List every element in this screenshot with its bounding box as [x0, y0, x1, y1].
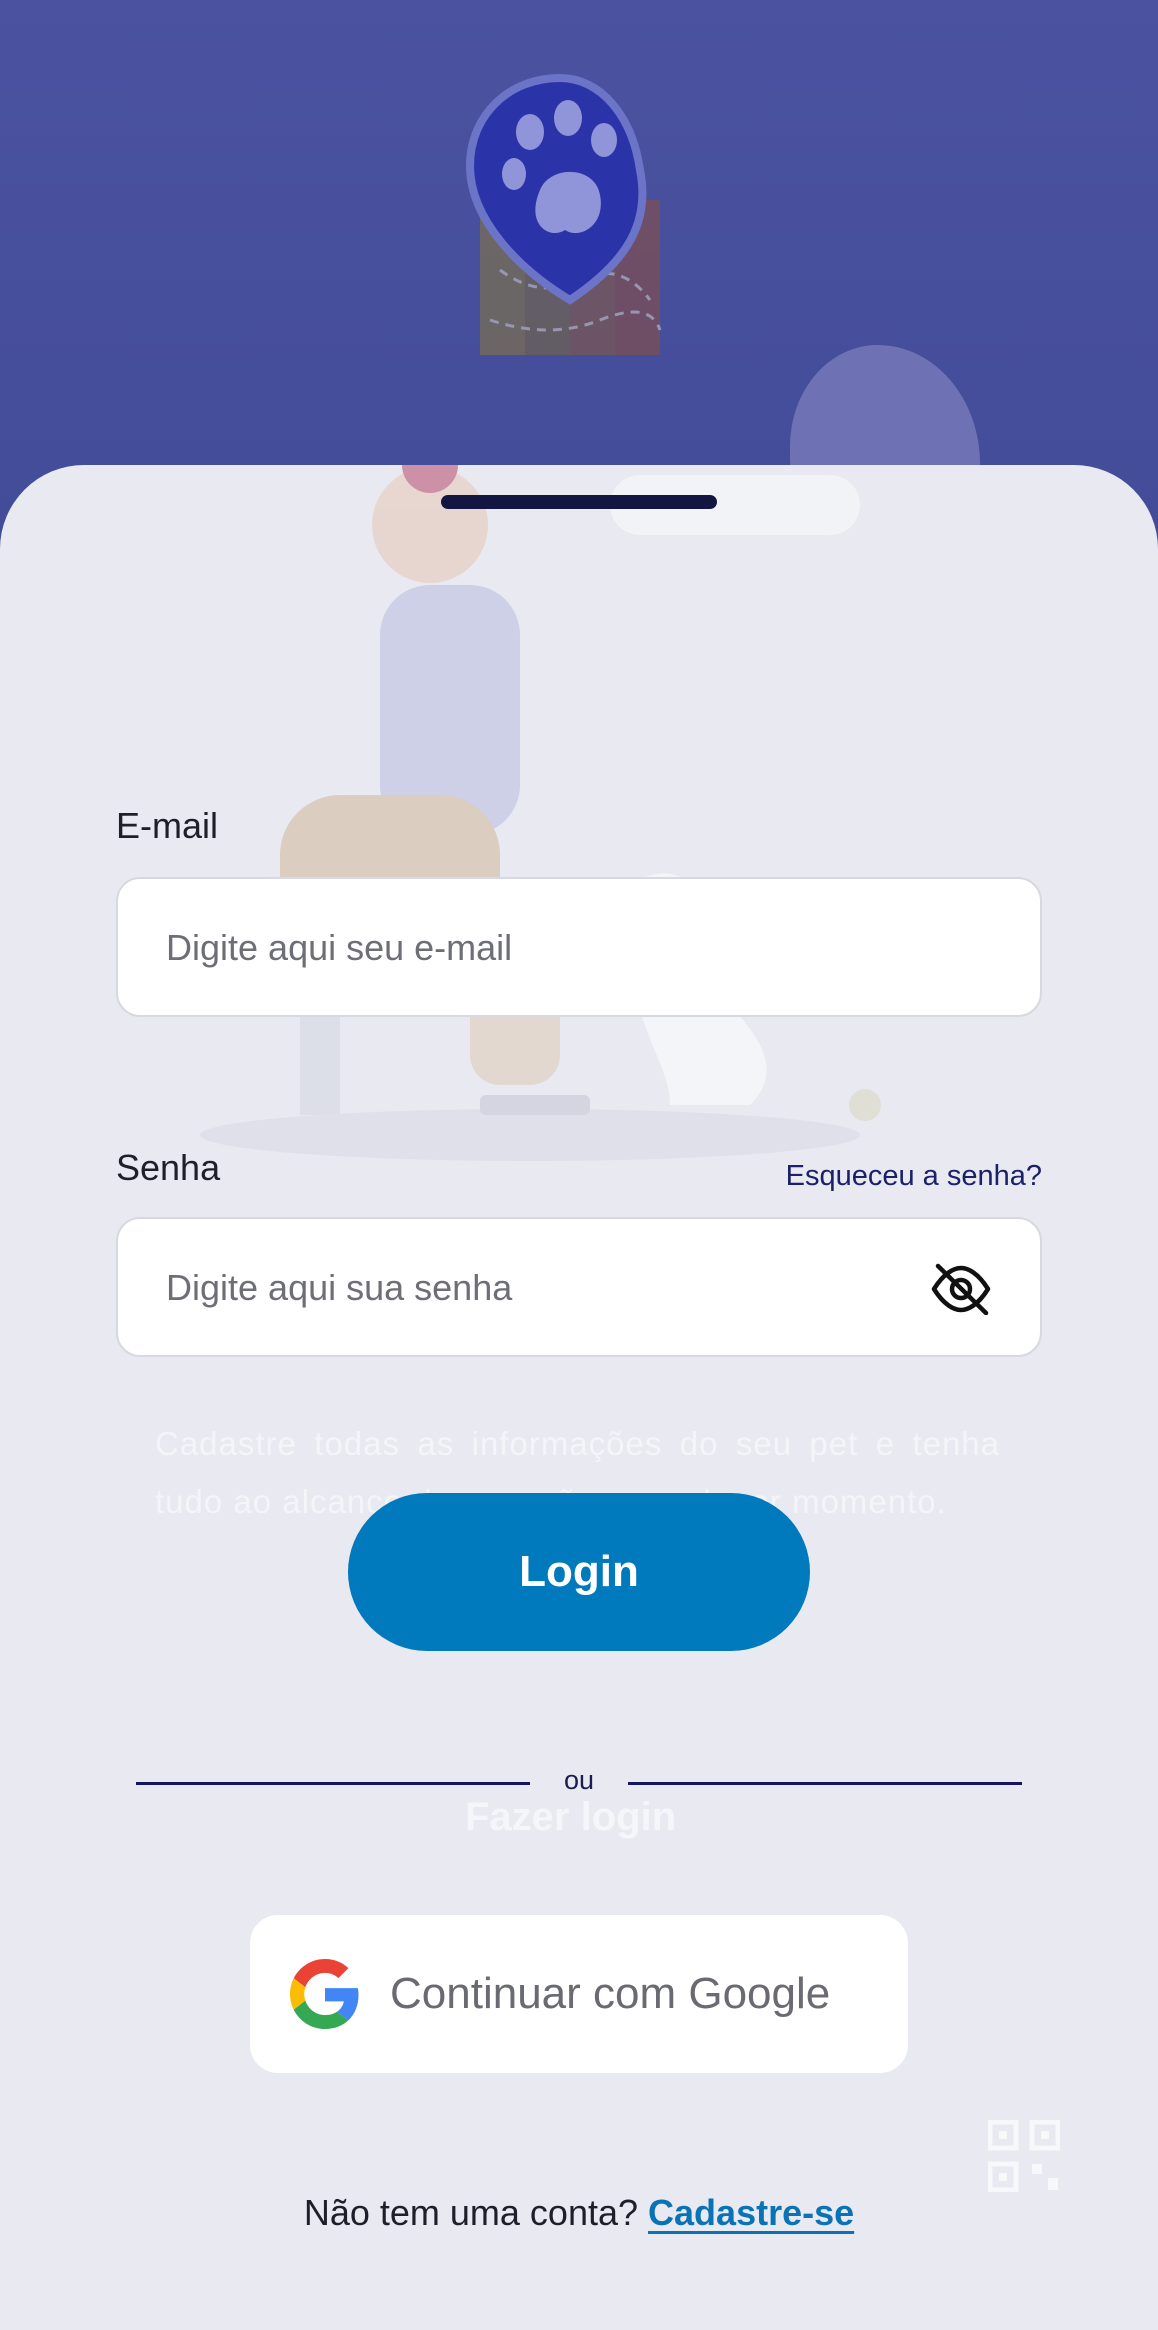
forgot-password-link[interactable]: Esqueceu a senha?: [786, 1160, 1042, 1193]
signup-prompt: Não tem uma conta? Cadastre-se: [0, 2192, 1158, 2234]
divider-label: ou: [563, 1765, 595, 1795]
email-label: E-mail: [116, 805, 219, 846]
login-sheet: E-mail Senha Esqueceu a senha? Cadastre …: [0, 465, 1158, 2330]
login-button[interactable]: Login: [348, 1493, 810, 1651]
google-login-button[interactable]: Continuar com Google: [250, 1915, 908, 2073]
divider-right: [628, 1782, 1022, 1785]
woman-with-dog-illustration: [200, 465, 881, 1161]
email-field-container: [116, 877, 1042, 1017]
password-field-container: [116, 1217, 1042, 1357]
signup-link[interactable]: Cadastre-se: [648, 2192, 854, 2233]
google-login-label: Continuar com Google: [390, 1969, 831, 2018]
signup-prompt-text: Não tem uma conta?: [303, 2192, 649, 2233]
background-login-text: Fazer login: [465, 1795, 677, 1839]
eye-off-icon[interactable]: [930, 1263, 992, 1315]
google-icon: [290, 1959, 359, 2029]
drag-handle[interactable]: [441, 495, 717, 509]
email-field[interactable]: [164, 879, 968, 1017]
password-field[interactable]: [164, 1219, 968, 1357]
password-label: Senha: [116, 1147, 221, 1188]
divider-left: [136, 1782, 530, 1785]
qr-code-icon: [988, 2120, 1060, 2192]
paw-map-pin-logo: [465, 73, 662, 355]
